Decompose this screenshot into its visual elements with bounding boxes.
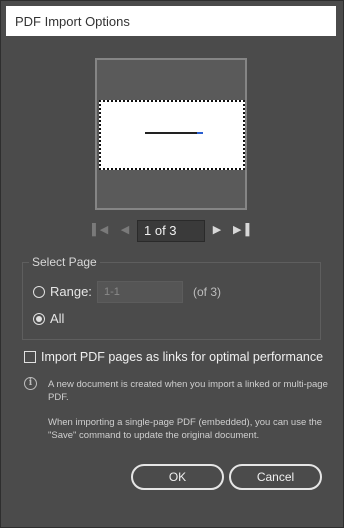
range-label: Range:: [50, 284, 92, 299]
last-page-icon[interactable]: ▶▐: [233, 222, 249, 238]
window-title: PDF Import Options: [15, 14, 130, 29]
first-page-icon[interactable]: ▌◀: [92, 222, 108, 238]
next-page-icon[interactable]: ▶: [210, 222, 224, 238]
all-radio[interactable]: [33, 313, 45, 325]
info-text-embedded: When importing a single-page PDF (embedd…: [48, 417, 323, 441]
all-label: All: [50, 311, 65, 326]
thumbnail-text-line: [145, 132, 203, 134]
title-bar: PDF Import Options: [6, 6, 336, 36]
import-links-checkbox[interactable]: [24, 351, 36, 363]
info-icon: i: [24, 377, 37, 390]
range-radio[interactable]: [33, 286, 45, 298]
page-thumbnail: [99, 100, 245, 170]
info-text-linked: A new document is created when you impor…: [48, 379, 328, 403]
cancel-button[interactable]: Cancel: [229, 464, 322, 490]
select-page-legend: Select Page: [29, 255, 100, 269]
page-number-field[interactable]: 1 of 3: [137, 220, 205, 242]
previous-page-icon[interactable]: ◀: [118, 222, 132, 238]
import-links-label[interactable]: Import PDF pages as links for optimal pe…: [41, 350, 323, 364]
thumbnail-link-text: [197, 132, 203, 134]
range-input[interactable]: 1-1: [97, 281, 183, 303]
range-total: (of 3): [193, 285, 222, 299]
ok-button[interactable]: OK: [131, 464, 224, 490]
page-preview: [95, 58, 247, 210]
